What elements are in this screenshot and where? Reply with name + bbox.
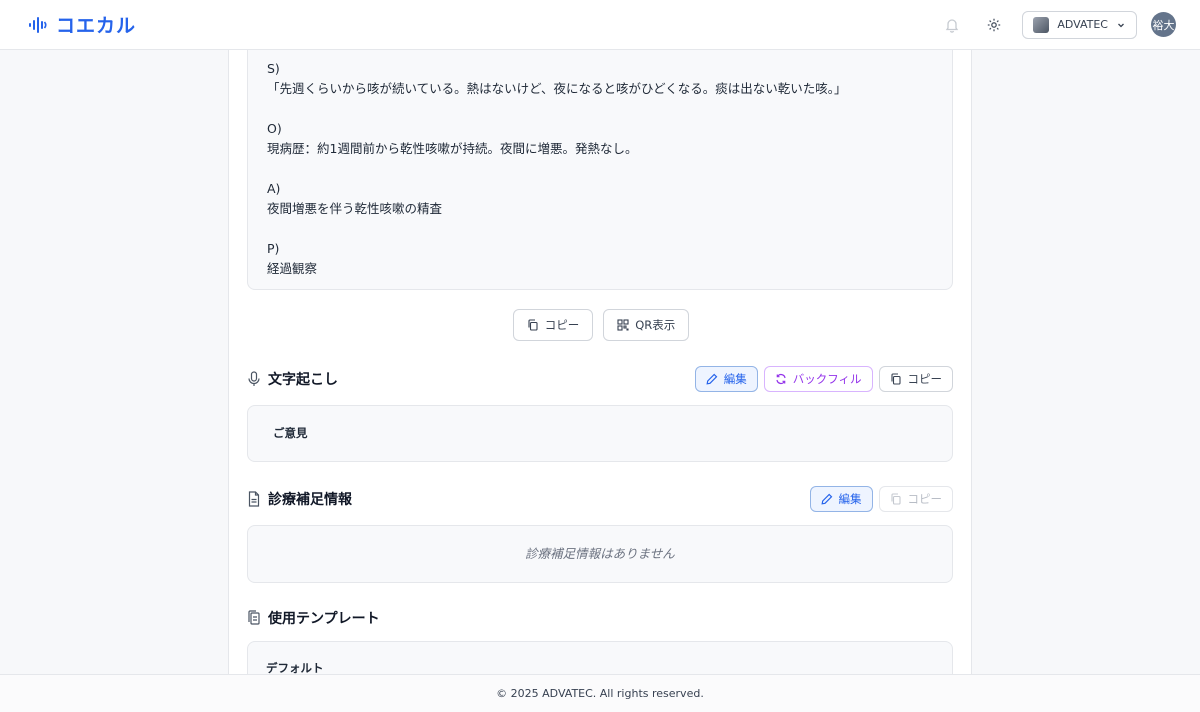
main-content: S) 「先週くらいから咳が続いている。熱はないけど、夜になると咳がひどくなる。痰… [228,50,972,674]
soap-copy-button[interactable]: コピー [512,309,594,341]
header-actions: ADVATEC 裕大 [938,10,1176,39]
waveform-logo-icon [28,15,48,35]
pencil-icon [820,493,833,505]
avatar[interactable]: 裕大 [1151,12,1176,37]
transcription-edit-label: 編集 [723,372,747,386]
supplement-actions: 編集 コピー [809,486,953,512]
organization-select[interactable]: ADVATEC [1022,10,1137,39]
transcription-header: 文字起こし 編集 バックフィル コピー [247,365,953,393]
supplement-title-wrap: 診療補足情報 [247,489,352,509]
soap-p-label: P) [267,241,280,256]
soap-o-label: O) [267,121,282,136]
supplement-panel: 診療補足情報はありません [247,525,953,583]
supplement-header: 診療補足情報 編集 コピー [247,485,953,513]
soap-o-text: 現病歴：約1週間前から乾性咳嗽が持続。夜間に増悪。発熱なし。 [267,141,638,156]
soap-p-text: 経過観察 [267,261,318,276]
org-logo [1033,16,1050,33]
brand[interactable]: コエカル [28,11,136,38]
transcription-text: ご意見 [273,426,308,440]
qr-display-button[interactable]: QR表示 [603,309,690,341]
copy-icon [890,373,902,385]
copy-icon [890,493,902,505]
app-header: コエカル ADVATEC 裕大 [0,0,1200,50]
template-header: 使用テンプレート [247,604,953,632]
template-panel: デフォルト [247,641,953,674]
soap-note: S) 「先週くらいから咳が続いている。熱はないけど、夜になると咳がひどくなる。痰… [247,50,953,290]
backfill-button[interactable]: バックフィル [763,366,873,392]
transcription-title-wrap: 文字起こし [247,369,338,389]
supplement-edit-label: 編集 [838,492,862,506]
copy-icon [527,319,539,331]
chevron-down-icon [1116,20,1126,30]
soap-a-text: 夜間増悪を伴う乾性咳嗽の精査 [267,201,443,216]
org-name: ADVATEC [1057,18,1108,31]
transcription-edit-button[interactable]: 編集 [694,366,758,392]
soap-actions: コピー QR表示 [229,309,971,341]
copyright-text: © 2025 ADVATEC. All rights reserved. [496,687,704,700]
transcription-panel: ご意見 [247,405,953,462]
soap-s-text: 「先週くらいから咳が続いている。熱はないけど、夜になると咳がひどくなる。痰は出な… [267,81,847,96]
transcription-actions: 編集 バックフィル コピー [694,366,953,392]
supplement-copy-button[interactable]: コピー [878,486,953,512]
supplement-title: 診療補足情報 [268,492,352,508]
template-name: デフォルト [266,661,324,674]
template-title-wrap: 使用テンプレート [247,608,380,628]
soap-a-label: A) [267,181,281,196]
supplement-edit-button[interactable]: 編集 [809,486,873,512]
refresh-icon [775,373,787,385]
brand-name: コエカル [56,15,137,37]
supplement-copy-label: コピー [907,492,943,506]
pencil-icon [706,373,718,385]
supplement-empty-text: 診療補足情報はありません [525,546,675,561]
qr-display-label: QR表示 [635,318,676,332]
qr-code-icon [617,319,629,331]
template-title: 使用テンプレート [268,611,380,627]
microphone-icon [247,371,261,387]
transcription-copy-label: コピー [907,372,943,386]
soap-s-label: S) [267,61,280,76]
backfill-label: バックフィル [792,372,862,386]
gear-icon[interactable] [980,11,1008,39]
transcription-title: 文字起こし [268,372,338,388]
soap-copy-label: コピー [544,318,580,332]
footer: © 2025 ADVATEC. All rights reserved. [0,674,1200,712]
bell-icon[interactable] [938,11,966,39]
clipboard-copy-icon [247,610,261,626]
transcription-copy-button[interactable]: コピー [878,366,953,392]
document-icon [247,491,261,507]
